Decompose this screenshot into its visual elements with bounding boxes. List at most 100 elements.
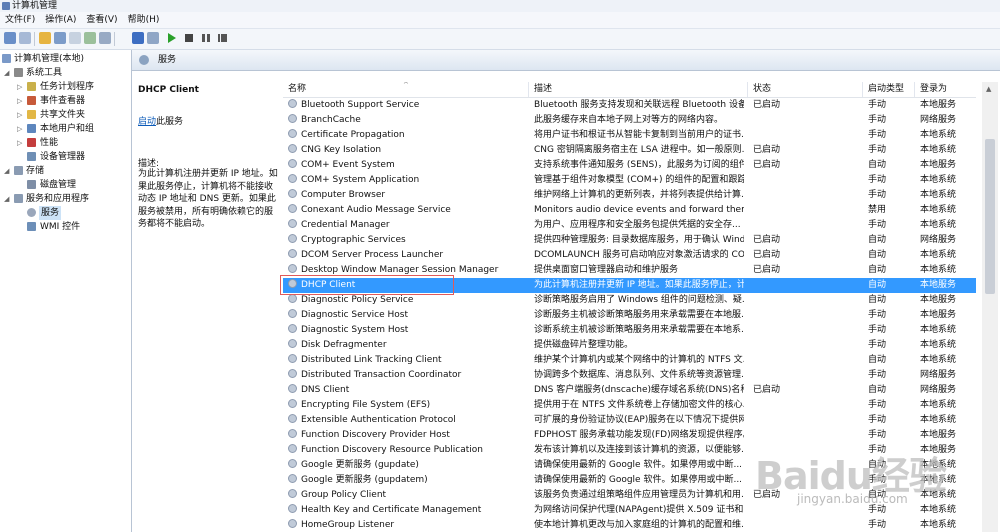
menu-help[interactable]: 帮助(H) — [123, 12, 165, 28]
toolbar — [0, 29, 1000, 50]
table-row[interactable]: Certificate Propagation 将用户证书和根证书从智能卡复制到当… — [283, 128, 976, 143]
service-name-cell: Diagnostic Policy Service — [288, 293, 528, 308]
table-row[interactable]: DNS Client DNS 客户端服务(dnscache)缓存域名系统(DNS)… — [283, 383, 976, 398]
column-header-description[interactable]: 描述 — [529, 82, 748, 97]
users-icon — [27, 124, 36, 133]
wmi-icon — [27, 222, 36, 231]
table-row[interactable]: Group Policy Client 该服务负责通过组策略组件应用管理员为计算机… — [283, 488, 976, 503]
table-row[interactable]: DCOM Server Process Launcher DCOMLAUNCH 服… — [283, 248, 976, 263]
expanded-arrow-icon[interactable]: ◢ — [4, 164, 9, 178]
service-start-type-cell-text: 自动 — [868, 460, 887, 470]
table-row[interactable]: Cryptographic Services 提供四种管理服务: 目录数据库服务，… — [283, 233, 976, 248]
table-row[interactable]: Health Key and Certificate Management 为网络… — [283, 503, 976, 518]
service-logon-cell-text: 本地系统 — [920, 190, 957, 200]
service-name-cell-text: Diagnostic Service Host — [301, 310, 409, 320]
service-status-cell — [753, 278, 863, 293]
table-row[interactable]: Credential Manager 为用户、应用程序和安全服务包提供凭据的安全存… — [283, 218, 976, 233]
menu-action[interactable]: 操作(A) — [40, 12, 81, 28]
service-description-cell-text: Monitors audio device events and forward… — [534, 205, 744, 215]
gear-icon — [139, 55, 149, 65]
pause-service-icon[interactable] — [202, 34, 210, 42]
vertical-scrollbar[interactable]: ▲ — [982, 82, 998, 532]
table-row[interactable]: CNG Key Isolation CNG 密钥隔离服务宿主在 LSA 进程中。如… — [283, 143, 976, 158]
collapsed-arrow-icon[interactable]: ▷ — [17, 136, 22, 150]
table-row[interactable]: COM+ Event System 支持系统事件通知服务 (SENS)，此服务为订… — [283, 158, 976, 173]
service-start-type-cell-text: 手动 — [868, 370, 887, 380]
table-row[interactable]: Distributed Link Tracking Client 维护某个计算机内… — [283, 353, 976, 368]
service-start-type-cell: 手动 — [868, 128, 918, 143]
start-service-icon[interactable] — [168, 33, 176, 43]
service-status-cell — [753, 173, 863, 188]
service-name-cell: CNG Key Isolation — [288, 143, 528, 158]
menu-file[interactable]: 文件(F) — [0, 12, 40, 28]
services-apps-icon — [14, 194, 23, 203]
column-header-label: 描述 — [534, 84, 553, 94]
show-action-pane-icon[interactable] — [147, 32, 159, 44]
scrollbar-thumb[interactable] — [985, 139, 995, 294]
service-description-cell-text: 为网络访问保护代理(NAPAgent)提供 X.509 证书和... — [534, 505, 744, 515]
table-row[interactable]: HomeGroup Listener 使本地计算机更改与加入家庭组的计算机的配置和… — [283, 518, 976, 532]
table-row[interactable]: Extensible Authentication Protocol 可扩展的身份… — [283, 413, 976, 428]
column-header-status[interactable]: 状态 — [748, 82, 863, 97]
service-status-cell: 已启动 — [753, 143, 863, 158]
help-icon[interactable] — [132, 32, 144, 44]
table-row[interactable]: Disk Defragmenter 提供磁盘碎片整理功能。 手动 本地系统 — [283, 338, 976, 353]
collapsed-arrow-icon[interactable]: ▷ — [17, 94, 22, 108]
service-start-type-cell-text: 自动 — [868, 250, 887, 260]
disk-icon — [27, 180, 36, 189]
service-start-type-cell-text: 手动 — [868, 220, 887, 230]
properties-icon[interactable] — [69, 32, 81, 44]
service-gear-icon — [288, 234, 297, 243]
expanded-arrow-icon[interactable]: ◢ — [4, 192, 9, 206]
service-description-cell-text: Bluetooth 服务支持发现和关联远程 Bluetooth 设备... — [534, 100, 744, 110]
service-description-cell: 为网络访问保护代理(NAPAgent)提供 X.509 证书和... — [534, 503, 744, 518]
column-header-name[interactable]: 名称 ^ — [283, 82, 529, 97]
expanded-arrow-icon[interactable]: ◢ — [4, 66, 9, 80]
stop-service-icon[interactable] — [185, 34, 193, 42]
up-folder-icon[interactable] — [39, 32, 51, 44]
service-status-cell — [753, 413, 863, 428]
table-row[interactable]: Computer Browser 维护网络上计算机的更新列表，并将列表提供给计算.… — [283, 188, 976, 203]
collapsed-arrow-icon[interactable]: ▷ — [17, 108, 22, 122]
service-description-cell-text: 提供磁盘碎片整理功能。 — [534, 340, 634, 350]
scroll-up-icon[interactable]: ▲ — [986, 85, 991, 93]
service-status-cell-text: 已启动 — [753, 490, 781, 500]
start-service-link[interactable]: 启动 — [138, 117, 156, 127]
table-row[interactable]: Function Discovery Resource Publication 发… — [283, 443, 976, 458]
restart-service-icon[interactable] — [218, 34, 227, 42]
collapsed-arrow-icon[interactable]: ▷ — [17, 80, 22, 94]
forward-icon[interactable] — [19, 32, 31, 44]
service-status-cell-text: 已启动 — [753, 265, 781, 275]
back-icon[interactable] — [4, 32, 16, 44]
service-description-cell: 该服务负责通过组策略组件应用管理员为计算机和用... — [534, 488, 744, 503]
service-start-type-cell-text: 禁用 — [868, 205, 887, 215]
column-header-logon[interactable]: 登录为 — [915, 82, 976, 97]
table-row[interactable]: Encrypting File System (EFS) 提供用于在 NTFS 文… — [283, 398, 976, 413]
table-row[interactable]: COM+ System Application 管理基于组件对象模型 (COM+)… — [283, 173, 976, 188]
table-row[interactable]: Google 更新服务 (gupdate) 请确保使用最新的 Google 软件。… — [283, 458, 976, 473]
navigation-tree: 计算机管理(本地) ◢ 系统工具 ▷ 任务计划程序 ▷ 事件查看器 ▷ 共享文件… — [0, 50, 132, 532]
service-gear-icon — [288, 384, 297, 393]
table-row[interactable]: BranchCache 此服务缓存来自本地子网上对等方的网络内容。 手动 网络服务 — [283, 113, 976, 128]
description-text: 为此计算机注册并更新 IP 地址。如果此服务停止，计算机将不能接收动态 IP 地… — [138, 169, 278, 230]
collapsed-arrow-icon[interactable]: ▷ — [17, 122, 22, 136]
service-name-cell-text: Certificate Propagation — [301, 130, 405, 140]
table-row[interactable]: Function Discovery Provider Host FDPHOST … — [283, 428, 976, 443]
table-row[interactable]: Diagnostic Service Host 诊断服务主机被诊断策略服务用来承载… — [283, 308, 976, 323]
service-status-cell — [753, 368, 863, 383]
service-name-cell-text: CNG Key Isolation — [301, 145, 382, 155]
refresh-icon[interactable] — [84, 32, 96, 44]
table-row[interactable]: Bluetooth Support Service Bluetooth 服务支持发… — [283, 98, 976, 113]
toolbar-separator — [34, 32, 35, 46]
table-row[interactable]: Diagnostic System Host 诊断系统主机被诊断策略服务用来承载需… — [283, 323, 976, 338]
show-hide-tree-icon[interactable] — [54, 32, 66, 44]
table-row[interactable]: Diagnostic Policy Service 诊断策略服务启用了 Windo… — [283, 293, 976, 308]
table-row[interactable]: Distributed Transaction Coordinator 协调跨多个… — [283, 368, 976, 383]
table-row[interactable]: Google 更新服务 (gupdatem) 请确保使用最新的 Google 软件… — [283, 473, 976, 488]
column-header-start-type[interactable]: 启动类型 — [863, 82, 915, 97]
export-list-icon[interactable] — [99, 32, 111, 44]
service-logon-cell: 本地服务 — [920, 443, 976, 458]
menu-view[interactable]: 查看(V) — [81, 12, 122, 28]
service-gear-icon — [288, 189, 297, 198]
table-row[interactable]: Conexant Audio Message Service Monitors a… — [283, 203, 976, 218]
